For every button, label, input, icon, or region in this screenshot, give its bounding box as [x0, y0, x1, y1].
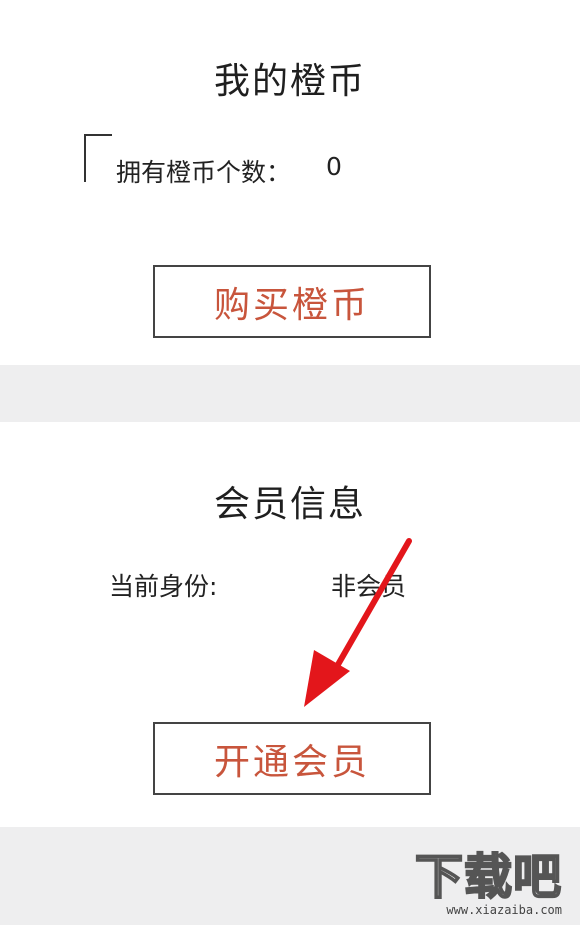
section-separator — [0, 365, 580, 422]
watermark-url: www.xiazaiba.com — [446, 903, 562, 917]
watermark-logo: 下载吧 — [414, 849, 562, 905]
buy-coins-button[interactable]: 购买橙币 — [153, 265, 431, 338]
coins-title: 我的橙币 — [213, 61, 366, 102]
identity-label: 当前身份: — [109, 572, 218, 601]
member-title: 会员信息 — [213, 484, 366, 525]
watermark: 下载吧 www.xiazaiba.com — [414, 849, 562, 917]
coin-count-label: 拥有橙币个数： — [116, 158, 292, 187]
coin-count-value: 0 — [326, 152, 342, 181]
open-membership-button[interactable]: 开通会员 — [153, 722, 431, 795]
corner-mark — [84, 134, 112, 182]
identity-value: 非会员 — [331, 572, 407, 601]
